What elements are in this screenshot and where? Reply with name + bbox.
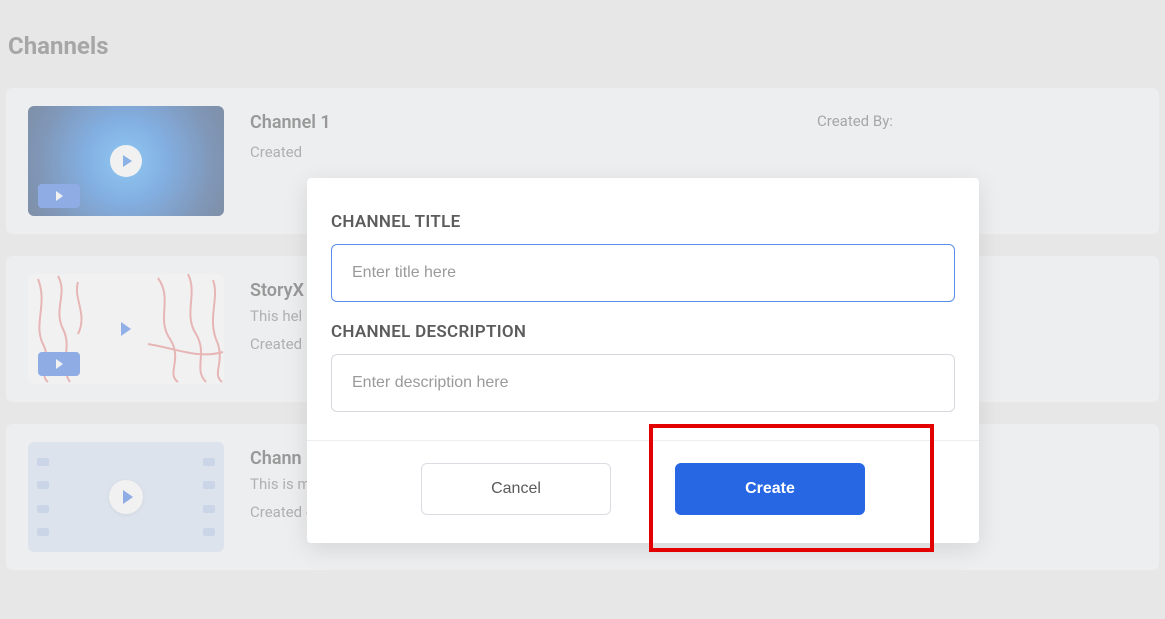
channel-title-label: CHANNEL TITLE (331, 212, 955, 232)
channel-created: Created (250, 143, 817, 161)
filmstrip-icon (32, 442, 54, 552)
channel-description-input[interactable] (331, 354, 955, 412)
play-badge-icon (38, 352, 80, 376)
channel-thumbnail[interactable] (28, 274, 224, 384)
modal-actions: Cancel Create (331, 441, 955, 543)
channel-title-input[interactable] (331, 244, 955, 302)
create-button[interactable]: Create (675, 463, 865, 515)
created-by-label: Created By: (817, 112, 1137, 130)
filmstrip-icon (198, 442, 220, 552)
channel-thumbnail[interactable] (28, 442, 224, 552)
play-icon (109, 480, 143, 514)
create-channel-modal: CHANNEL TITLE CHANNEL DESCRIPTION Cancel… (307, 178, 979, 543)
cancel-button[interactable]: Cancel (421, 463, 611, 515)
channel-title: Channel 1 (250, 112, 817, 133)
channel-thumbnail[interactable] (28, 106, 224, 216)
channel-description-label: CHANNEL DESCRIPTION (331, 322, 955, 342)
play-icon (121, 322, 131, 336)
play-icon (110, 145, 142, 177)
page-title: Channels (0, 0, 1165, 60)
play-badge-icon (38, 184, 80, 208)
